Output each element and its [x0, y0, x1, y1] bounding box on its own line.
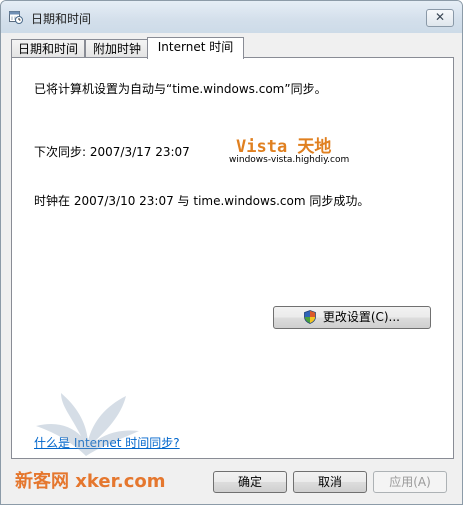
- vista-watermark-title: Vista 天地: [236, 137, 332, 157]
- apply-button[interactable]: 应用(A): [373, 471, 447, 493]
- next-sync-text: 下次同步: 2007/3/17 23:07: [34, 145, 190, 159]
- change-settings-label: 更改设置(C)...: [322, 310, 400, 324]
- title-bar[interactable]: 日期和时间 ✕: [1, 1, 462, 33]
- last-sync-text: 时钟在 2007/3/10 23:07 与 time.windows.com 同…: [34, 194, 370, 208]
- tab-additional-clocks[interactable]: 附加时钟: [85, 39, 149, 58]
- calendar-clock-icon: [9, 11, 23, 24]
- sync-config-text: 已将计算机设置为自动与“time.windows.com”同步。: [34, 82, 327, 96]
- internet-time-help-link[interactable]: 什么是 Internet 时间同步?: [34, 434, 180, 451]
- close-button[interactable]: ✕: [426, 9, 454, 27]
- vista-watermark-url: windows-vista.highdiy.com: [229, 155, 350, 165]
- tab-date-time[interactable]: 日期和时间: [11, 39, 85, 58]
- internet-time-panel: 已将计算机设置为自动与“time.windows.com”同步。 Vista 天…: [11, 57, 454, 459]
- cancel-button[interactable]: 取消: [293, 471, 367, 493]
- xker-watermark: 新客网 xker.com: [15, 471, 166, 492]
- uac-shield-icon: [304, 310, 316, 324]
- tab-label: 日期和时间: [17, 42, 78, 56]
- tab-label: 附加时钟: [92, 42, 141, 56]
- cancel-label: 取消: [317, 475, 342, 489]
- ok-label: 确定: [237, 475, 262, 489]
- close-icon: ✕: [434, 10, 446, 24]
- tab-label: Internet 时间: [157, 40, 234, 54]
- ok-button[interactable]: 确定: [213, 471, 287, 493]
- date-time-dialog: 日期和时间 ✕ 日期和时间 附加时钟 Internet 时间 已将计算机设置为自…: [0, 0, 463, 505]
- change-settings-button[interactable]: 更改设置(C)...: [273, 306, 431, 329]
- apply-label: 应用(A): [389, 475, 431, 489]
- tab-internet-time[interactable]: Internet 时间: [147, 37, 244, 59]
- window-title: 日期和时间: [31, 12, 92, 26]
